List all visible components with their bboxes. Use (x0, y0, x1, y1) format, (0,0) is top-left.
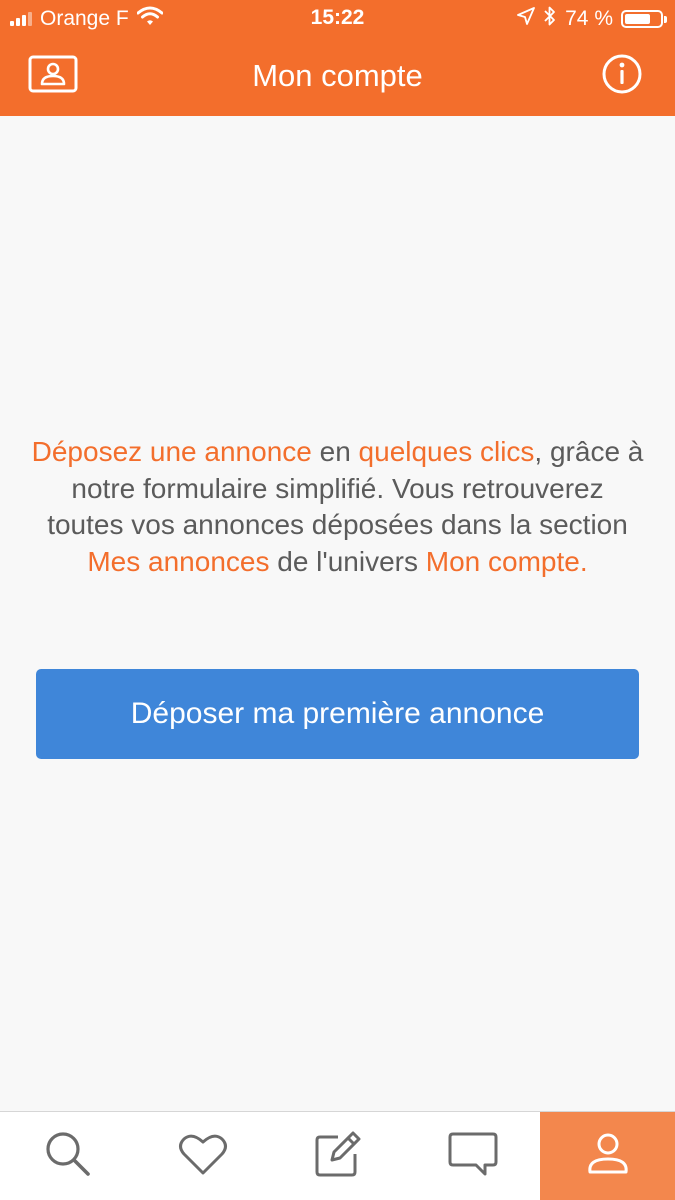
bluetooth-icon (543, 6, 557, 32)
message-link-my-account[interactable]: Mon compte. (426, 546, 588, 577)
tab-search[interactable] (0, 1112, 135, 1200)
tab-account[interactable] (540, 1112, 675, 1200)
tab-messages[interactable] (405, 1112, 540, 1200)
battery-percent: 74 % (565, 7, 613, 30)
message-text: en (311, 436, 359, 467)
status-right: 74 % (517, 6, 667, 32)
battery-icon (621, 10, 667, 28)
page-title: Mon compte (252, 58, 423, 93)
heart-icon (178, 1132, 228, 1181)
tab-favorites[interactable] (135, 1112, 270, 1200)
edit-icon (314, 1130, 362, 1183)
post-first-ad-button[interactable]: Déposer ma première annonce (36, 669, 639, 759)
chat-icon (448, 1131, 498, 1182)
search-icon (44, 1130, 92, 1183)
empty-state-message: Déposez une annonce en quelques clics, g… (30, 434, 645, 580)
tab-bar (0, 1111, 675, 1200)
message-link-my-ads[interactable]: Mes annonces (87, 546, 269, 577)
tab-post-ad[interactable] (270, 1112, 405, 1200)
location-arrow-icon (517, 7, 536, 31)
user-icon (584, 1132, 632, 1181)
message-highlight-deposit[interactable]: Déposez une annonce (32, 436, 312, 467)
message-text: de l'univers (269, 545, 426, 577)
app-header: Orange F 15:22 74 % Mon compte (0, 0, 675, 116)
battery-nub (664, 16, 667, 23)
battery-fill (625, 14, 650, 24)
status-bar: Orange F 15:22 74 % (0, 0, 675, 38)
info-button[interactable] (596, 54, 648, 98)
message-highlight-clicks: quelques clics (358, 436, 535, 467)
info-icon (602, 54, 642, 99)
